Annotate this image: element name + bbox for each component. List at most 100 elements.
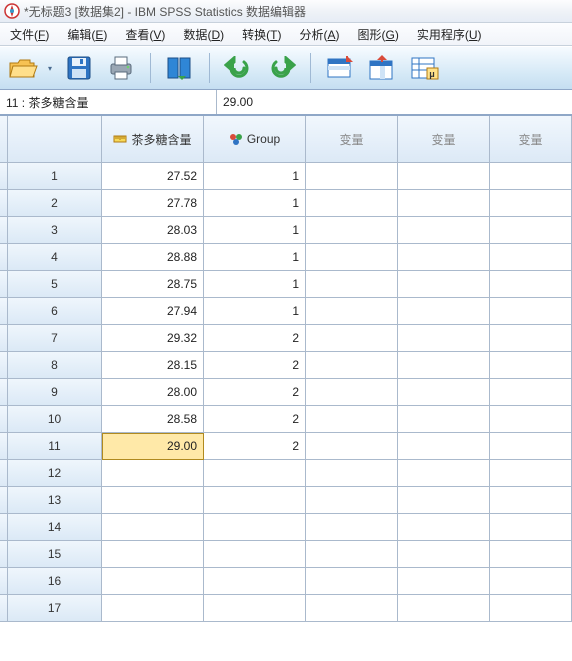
undo-button[interactable] — [222, 51, 256, 85]
data-cell[interactable]: 1 — [204, 244, 306, 271]
data-cell[interactable] — [490, 190, 572, 217]
data-cell[interactable] — [490, 568, 572, 595]
data-cell[interactable] — [398, 163, 490, 190]
row-header[interactable]: 4 — [8, 244, 102, 271]
data-cell[interactable]: 1 — [204, 298, 306, 325]
data-cell[interactable] — [306, 298, 398, 325]
row-header[interactable]: 12 — [8, 460, 102, 487]
menu-analyze[interactable]: 分析(A) — [291, 24, 347, 45]
open-button[interactable] — [6, 51, 40, 85]
data-cell[interactable] — [204, 514, 306, 541]
redo-button[interactable] — [264, 51, 298, 85]
grid-corner[interactable] — [8, 116, 102, 163]
data-cell[interactable] — [398, 325, 490, 352]
row-header[interactable]: 11 — [8, 433, 102, 460]
data-cell[interactable]: 27.78 — [102, 190, 204, 217]
data-cell[interactable]: 1 — [204, 163, 306, 190]
row-header[interactable]: 2 — [8, 190, 102, 217]
data-cell[interactable] — [306, 406, 398, 433]
data-cell[interactable]: 2 — [204, 406, 306, 433]
data-cell[interactable]: 2 — [204, 352, 306, 379]
data-grid[interactable]: 茶多糖含量 Group 变量 变量 变量 127.521227.781328.0… — [0, 115, 572, 622]
data-cell[interactable] — [490, 460, 572, 487]
data-cell[interactable] — [102, 487, 204, 514]
data-cell[interactable] — [398, 568, 490, 595]
row-header[interactable]: 15 — [8, 541, 102, 568]
menu-data[interactable]: 数据(D) — [175, 24, 232, 45]
row-header[interactable]: 16 — [8, 568, 102, 595]
data-cell[interactable] — [490, 541, 572, 568]
data-cell[interactable] — [204, 487, 306, 514]
data-cell[interactable] — [398, 217, 490, 244]
data-cell[interactable] — [204, 541, 306, 568]
data-cell[interactable]: 27.52 — [102, 163, 204, 190]
data-cell[interactable]: 28.03 — [102, 217, 204, 244]
data-cell[interactable]: 28.15 — [102, 352, 204, 379]
data-cell[interactable] — [204, 460, 306, 487]
data-cell[interactable] — [490, 352, 572, 379]
data-cell[interactable] — [490, 325, 572, 352]
column-header-c1[interactable]: 茶多糖含量 — [102, 116, 204, 163]
data-cell[interactable]: 28.58 — [102, 406, 204, 433]
data-cell[interactable] — [398, 433, 490, 460]
goto-variable-button[interactable] — [365, 51, 399, 85]
data-cell[interactable]: 2 — [204, 433, 306, 460]
data-cell[interactable] — [398, 487, 490, 514]
print-button[interactable] — [104, 51, 138, 85]
data-cell[interactable]: 29.00 — [102, 433, 204, 460]
data-cell[interactable] — [398, 595, 490, 622]
data-cell[interactable] — [102, 514, 204, 541]
data-cell[interactable] — [204, 568, 306, 595]
row-header[interactable]: 17 — [8, 595, 102, 622]
data-cell[interactable] — [306, 433, 398, 460]
menu-edit[interactable]: 编辑(E) — [59, 24, 115, 45]
data-cell[interactable] — [306, 595, 398, 622]
data-cell[interactable] — [398, 379, 490, 406]
data-cell[interactable] — [306, 325, 398, 352]
data-cell[interactable] — [306, 379, 398, 406]
column-header-c5[interactable]: 变量 — [490, 116, 572, 163]
data-cell[interactable]: 27.94 — [102, 298, 204, 325]
data-cell[interactable] — [490, 433, 572, 460]
row-header[interactable]: 5 — [8, 271, 102, 298]
data-cell[interactable]: 28.88 — [102, 244, 204, 271]
data-cell[interactable] — [204, 595, 306, 622]
data-cell[interactable]: 2 — [204, 379, 306, 406]
data-cell[interactable]: 1 — [204, 190, 306, 217]
row-header[interactable]: 1 — [8, 163, 102, 190]
data-cell[interactable] — [398, 460, 490, 487]
data-cell[interactable] — [490, 595, 572, 622]
data-cell[interactable] — [490, 379, 572, 406]
data-cell[interactable] — [490, 244, 572, 271]
data-cell[interactable] — [306, 244, 398, 271]
data-cell[interactable] — [398, 271, 490, 298]
data-cell[interactable]: 1 — [204, 217, 306, 244]
row-header[interactable]: 8 — [8, 352, 102, 379]
data-cell[interactable] — [306, 352, 398, 379]
variables-button[interactable]: μ — [407, 51, 441, 85]
menu-file[interactable]: 文件(F) — [2, 24, 57, 45]
goto-case-button[interactable] — [323, 51, 357, 85]
data-cell[interactable] — [398, 298, 490, 325]
data-cell[interactable] — [306, 217, 398, 244]
data-cell[interactable] — [398, 190, 490, 217]
data-cell[interactable] — [102, 595, 204, 622]
menu-transform[interactable]: 转换(T) — [234, 24, 289, 45]
menu-utilities[interactable]: 实用程序(U) — [409, 24, 490, 45]
row-header[interactable]: 6 — [8, 298, 102, 325]
data-cell[interactable] — [306, 541, 398, 568]
open-dropdown-arrow[interactable]: ▾ — [46, 64, 54, 73]
data-cell[interactable] — [490, 298, 572, 325]
data-cell[interactable] — [306, 487, 398, 514]
data-cell[interactable] — [398, 541, 490, 568]
data-cell[interactable] — [490, 271, 572, 298]
row-header[interactable]: 13 — [8, 487, 102, 514]
cell-value-input[interactable]: 29.00 — [217, 90, 572, 114]
data-cell[interactable] — [490, 514, 572, 541]
data-cell[interactable] — [306, 271, 398, 298]
data-cell[interactable] — [398, 514, 490, 541]
column-header-c3[interactable]: 变量 — [306, 116, 398, 163]
row-header[interactable]: 9 — [8, 379, 102, 406]
row-header[interactable]: 3 — [8, 217, 102, 244]
data-cell[interactable]: 29.32 — [102, 325, 204, 352]
